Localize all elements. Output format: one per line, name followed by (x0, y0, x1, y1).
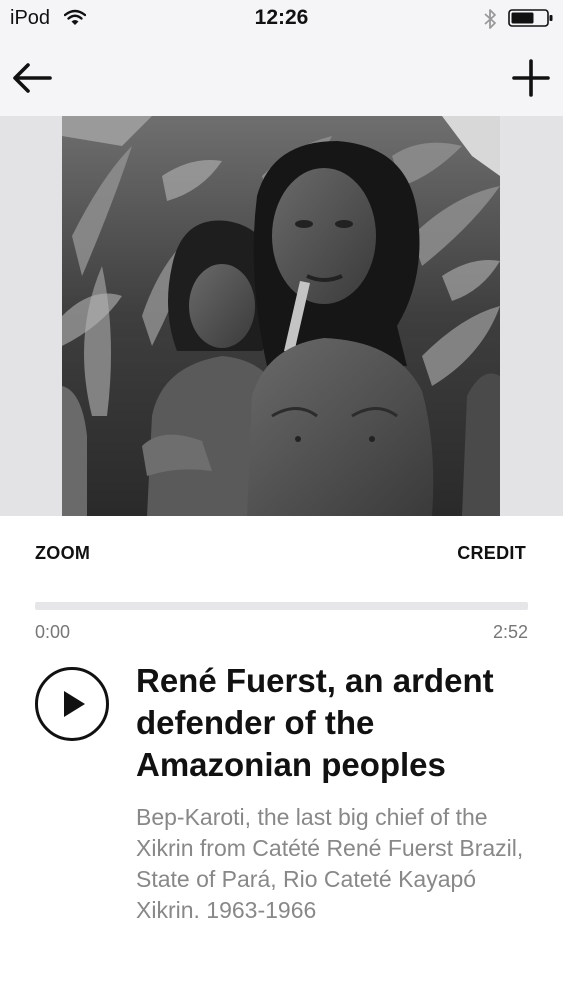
status-bar: iPod 12:26 (0, 0, 563, 40)
photo-area (0, 116, 563, 516)
play-button[interactable] (35, 667, 109, 741)
current-time: 0:00 (35, 622, 71, 642)
battery-icon (508, 9, 553, 27)
zoom-button[interactable]: ZOOM (35, 543, 90, 564)
archival-photo[interactable] (62, 116, 500, 516)
track-description: Bep-Karoti, the last big chief of the Xi… (136, 804, 524, 923)
nav-bar (0, 40, 563, 116)
add-button[interactable] (508, 56, 554, 102)
back-button[interactable] (10, 56, 56, 102)
credit-button[interactable]: CREDIT (457, 543, 526, 564)
bluetooth-icon (484, 9, 496, 29)
total-time: 2:52 (492, 622, 528, 642)
play-icon (64, 691, 85, 717)
plus-icon (512, 59, 550, 97)
clock: 12:26 (254, 6, 309, 29)
track-title: René Fuerst, an ardent defender of the A… (136, 662, 494, 783)
progress-bar[interactable] (35, 602, 528, 610)
arrow-left-icon (13, 63, 52, 93)
